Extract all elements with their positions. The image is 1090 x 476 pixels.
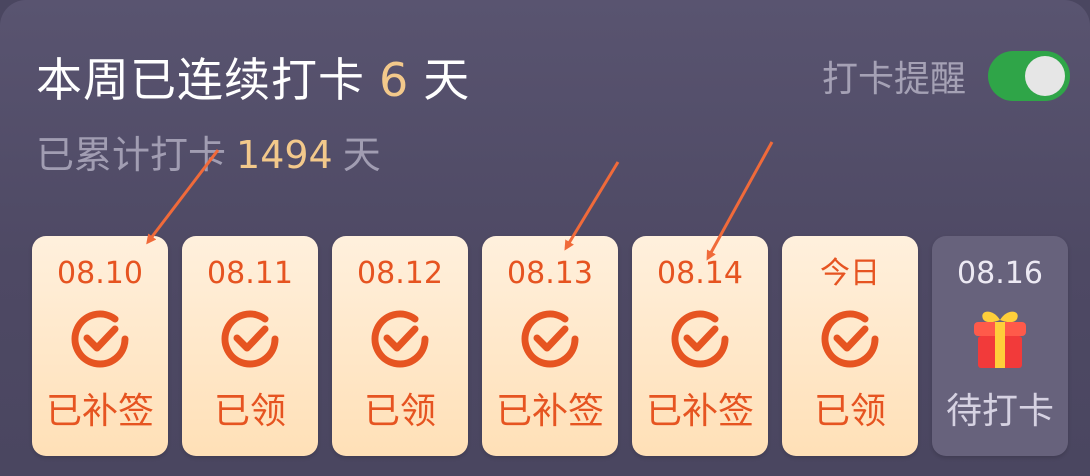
day-date: 08.13 xyxy=(507,256,593,291)
day-card[interactable]: 08.13 已补签 xyxy=(482,236,618,456)
check-in-panel: 本周已连续打卡 6 天 已累计打卡 1494 天 打卡提醒 08.10 已补签 08.1… xyxy=(0,0,1090,476)
check-circle-icon xyxy=(521,310,579,368)
day-date: 08.12 xyxy=(357,256,443,291)
day-card[interactable]: 08.11 已领 xyxy=(182,236,318,456)
reminder-setting: 打卡提醒 xyxy=(822,50,1070,102)
total-count: 1494 xyxy=(236,133,333,177)
day-list: 08.10 已补签 08.11 已领 08.12 已领 08.13 已补签 08… xyxy=(32,236,1068,456)
day-status: 已补签 xyxy=(495,391,604,432)
check-circle-icon xyxy=(671,310,729,368)
check-circle-icon xyxy=(71,310,129,368)
day-status: 已领 xyxy=(213,391,286,432)
reminder-toggle[interactable] xyxy=(988,51,1070,101)
day-status: 待打卡 xyxy=(945,391,1054,432)
day-status: 已领 xyxy=(363,391,436,432)
day-status: 已领 xyxy=(813,391,886,432)
day-date: 08.10 xyxy=(57,256,143,291)
day-status: 已补签 xyxy=(45,391,154,432)
day-date: 08.11 xyxy=(207,256,293,291)
day-card-pending[interactable]: 08.16 待打卡 xyxy=(932,236,1068,456)
streak-title: 本周已连续打卡 6 天 xyxy=(36,48,470,112)
day-card[interactable]: 08.14 已补签 xyxy=(632,236,768,456)
day-date: 今日 xyxy=(820,256,880,291)
day-card[interactable]: 08.12 已领 xyxy=(332,236,468,456)
day-card-today[interactable]: 今日 已领 xyxy=(782,236,918,456)
streak-prefix: 本周已连续打卡 xyxy=(36,53,365,107)
streak-suffix: 天 xyxy=(423,53,471,107)
toggle-knob xyxy=(1025,56,1065,96)
streak-count: 6 xyxy=(379,53,410,107)
day-card[interactable]: 08.10 已补签 xyxy=(32,236,168,456)
total-prefix: 已累计打卡 xyxy=(36,133,227,177)
day-date: 08.16 xyxy=(957,256,1043,291)
day-date: 08.14 xyxy=(657,256,743,291)
total-checkins: 已累计打卡 1494 天 xyxy=(36,130,381,180)
gift-icon xyxy=(974,311,1026,368)
day-status: 已补签 xyxy=(645,391,754,432)
check-circle-icon xyxy=(221,310,279,368)
check-circle-icon xyxy=(821,310,879,368)
reminder-label: 打卡提醒 xyxy=(821,59,966,100)
check-circle-icon xyxy=(371,310,429,368)
total-suffix: 天 xyxy=(342,133,381,177)
